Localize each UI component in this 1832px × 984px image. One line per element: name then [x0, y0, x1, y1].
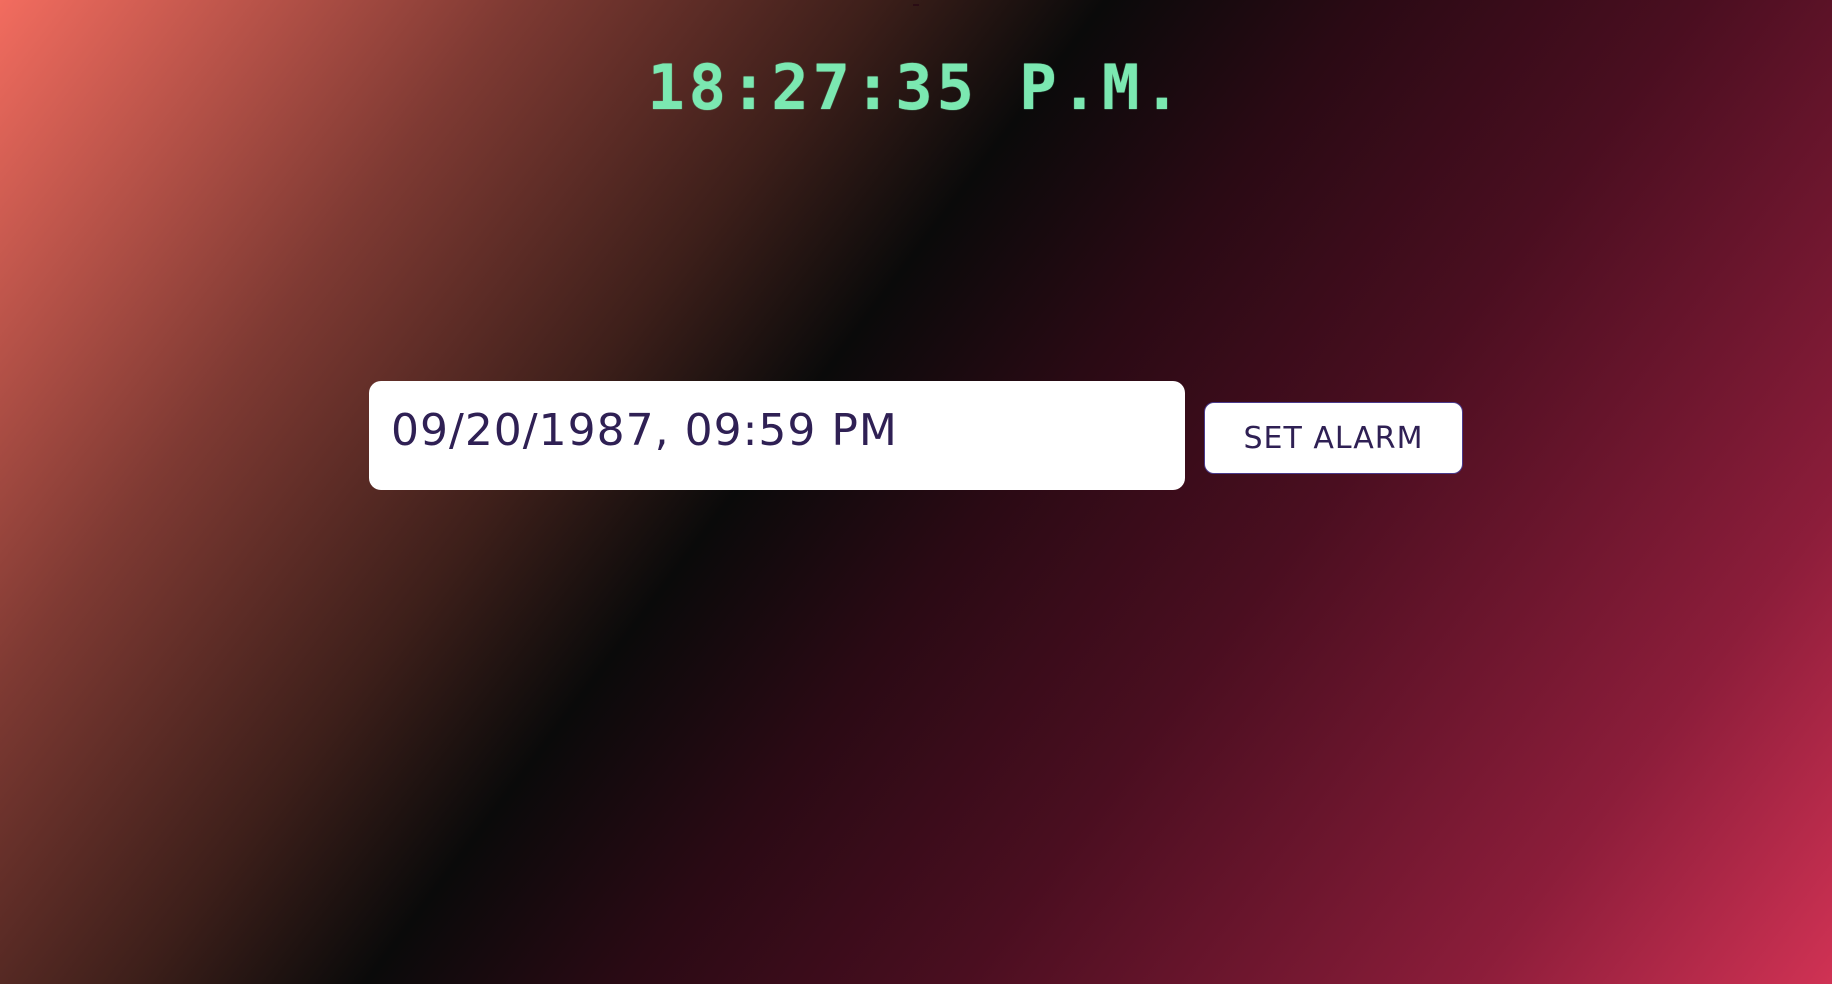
top-divider [913, 4, 919, 6]
alarm-datetime-input[interactable]: 09/20/1987, 09:59 PM [369, 381, 1185, 490]
alarm-datetime-value: 09/20/1987, 09:59 PM [391, 405, 898, 456]
digital-clock: 18:27:35 P.M. [647, 51, 1185, 124]
set-alarm-button[interactable]: SET ALARM [1204, 402, 1463, 474]
